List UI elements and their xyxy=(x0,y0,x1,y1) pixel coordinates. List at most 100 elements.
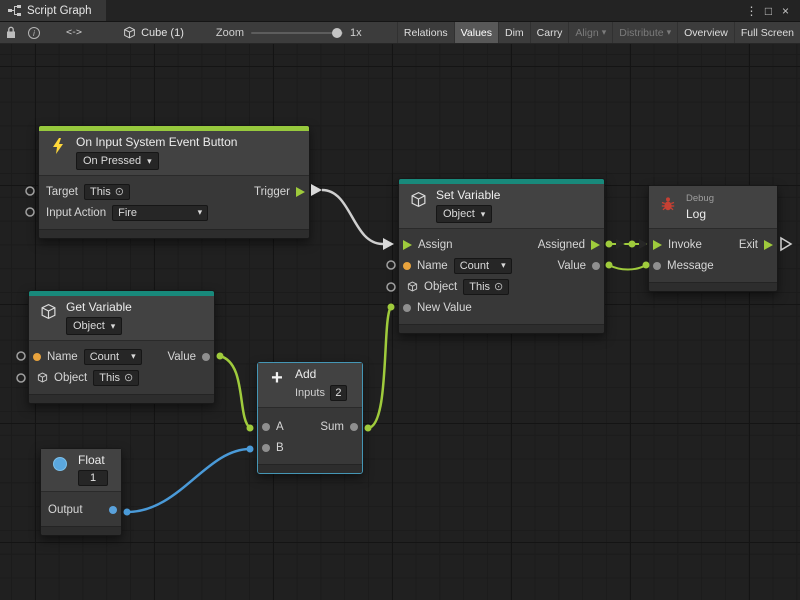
object-chip[interactable]: This ⊙ xyxy=(93,370,139,386)
exit-port[interactable] xyxy=(764,240,773,250)
sum-port[interactable] xyxy=(350,423,358,431)
node-title: Get Variable xyxy=(66,300,132,314)
value-label: Value xyxy=(167,351,196,363)
assigned-port[interactable] xyxy=(591,240,600,250)
trigger-label: Trigger xyxy=(254,186,290,198)
name-port[interactable] xyxy=(403,262,411,270)
script-graph-window: Script Graph ⋮ □ × i <-> Cube (1) xyxy=(0,0,800,600)
setvar-scope-dropdown[interactable]: Object ▾ xyxy=(436,205,492,223)
a-port[interactable] xyxy=(262,423,270,431)
zoom-slider[interactable] xyxy=(251,27,343,39)
values-label: Values xyxy=(461,27,492,39)
object-chip[interactable]: This ⊙ xyxy=(463,279,509,295)
object-cube-icon xyxy=(406,281,418,293)
node-get-variable[interactable]: Get Variable Object ▾ Name Count ▾ Value xyxy=(28,290,215,404)
float-circle-icon xyxy=(49,453,71,475)
object-label: Object xyxy=(54,372,87,384)
values-button[interactable]: Values xyxy=(454,22,498,43)
value-port[interactable] xyxy=(202,353,210,361)
node-footer xyxy=(29,394,214,403)
lock-icon[interactable] xyxy=(0,22,22,43)
object-cube-icon xyxy=(36,372,48,384)
exit-label: Exit xyxy=(739,239,758,251)
input-action-dropdown[interactable]: Fire ▾ xyxy=(112,205,208,221)
distribute-label: Distribute xyxy=(619,27,663,39)
assign-label: Assign xyxy=(418,239,453,251)
object-row: Object This ⊙ xyxy=(399,276,604,297)
overview-button[interactable]: Overview xyxy=(677,22,734,43)
chevron-down-icon: ▾ xyxy=(501,261,506,270)
output-port[interactable] xyxy=(109,506,117,514)
variable-cube-icon xyxy=(37,300,59,322)
target-value: This xyxy=(90,186,111,198)
event-mode-value: On Pressed xyxy=(83,155,141,167)
name-row: Name Count ▾ Value xyxy=(29,346,214,367)
new-value-label: New Value xyxy=(417,302,472,314)
name-row: Name Count ▾ Value xyxy=(399,255,604,276)
fit-window-icon[interactable]: <-> xyxy=(60,22,87,43)
carry-button[interactable]: Carry xyxy=(530,22,569,43)
maximize-icon[interactable]: □ xyxy=(760,4,777,18)
name-dropdown[interactable]: Count ▾ xyxy=(454,258,512,274)
graph-icon xyxy=(8,5,21,16)
relations-label: Relations xyxy=(404,27,448,39)
output-label: Output xyxy=(48,504,83,516)
target-picker-icon[interactable]: ⊙ xyxy=(494,280,503,293)
tab-title: Script Graph xyxy=(27,5,92,17)
node-footer xyxy=(39,229,309,238)
overview-label: Overview xyxy=(684,27,728,39)
node-float[interactable]: Float 1 Output xyxy=(40,448,122,536)
node-title: Log xyxy=(686,207,714,221)
value-port[interactable] xyxy=(592,262,600,270)
sum-label: Sum xyxy=(320,421,344,433)
chevron-down-icon: ▾ xyxy=(667,28,672,37)
a-row: A Sum xyxy=(258,416,362,437)
object-value: This xyxy=(469,281,490,293)
trigger-port[interactable] xyxy=(296,187,305,197)
name-dropdown[interactable]: Count ▾ xyxy=(84,349,142,365)
node-set-variable[interactable]: Set Variable Object ▾ Assign Assigned Na… xyxy=(398,178,605,334)
toolbar-buttons: Relations Values Dim Carry Align ▾ Distri… xyxy=(397,22,800,43)
message-port[interactable] xyxy=(653,262,661,270)
target-picker-icon[interactable]: ⊙ xyxy=(115,185,124,198)
chevron-down-icon: ▾ xyxy=(602,28,607,37)
event-mode-dropdown[interactable]: On Pressed ▾ xyxy=(76,152,159,170)
node-add[interactable]: + Add Inputs 2 A Sum B xyxy=(257,362,363,474)
align-label: Align xyxy=(575,27,598,39)
graph-target[interactable]: Cube (1) xyxy=(117,22,190,43)
new-value-port[interactable] xyxy=(403,304,411,312)
zoom-slider-handle[interactable] xyxy=(332,28,342,38)
node-footer xyxy=(41,526,121,535)
align-button[interactable]: Align ▾ xyxy=(568,22,612,43)
input-action-row: Input Action Fire ▾ xyxy=(39,202,309,223)
target-picker-icon[interactable]: ⊙ xyxy=(124,371,133,384)
a-label: A xyxy=(276,421,284,433)
node-debug-log[interactable]: Debug Log Invoke Exit Message xyxy=(648,185,778,292)
input-action-value: Fire xyxy=(118,207,137,219)
b-row: B xyxy=(258,437,362,458)
assign-port[interactable] xyxy=(403,240,412,250)
setvar-scope-value: Object xyxy=(443,208,475,220)
node-title: On Input System Event Button xyxy=(76,135,237,149)
inputs-count-field[interactable]: 2 xyxy=(330,385,347,401)
relations-button[interactable]: Relations xyxy=(397,22,454,43)
target-object-chip[interactable]: This ⊙ xyxy=(84,184,130,200)
close-icon[interactable]: × xyxy=(777,4,794,18)
float-value-field[interactable]: 1 xyxy=(78,470,108,486)
name-port[interactable] xyxy=(33,353,41,361)
dim-label: Dim xyxy=(505,27,524,39)
invoke-port[interactable] xyxy=(653,240,662,250)
object-row: Object This ⊙ xyxy=(29,367,214,388)
b-port[interactable] xyxy=(262,444,270,452)
info-icon[interactable]: i xyxy=(22,22,46,43)
node-footer xyxy=(399,324,604,333)
node-category: Debug xyxy=(686,193,714,204)
distribute-button[interactable]: Distribute ▾ xyxy=(612,22,677,43)
dim-button[interactable]: Dim xyxy=(498,22,530,43)
node-on-input-system-event-button[interactable]: On Input System Event Button On Pressed … xyxy=(38,125,310,239)
menu-kebab-icon[interactable]: ⋮ xyxy=(743,4,760,18)
name-label: Name xyxy=(47,351,78,363)
getvar-scope-dropdown[interactable]: Object ▾ xyxy=(66,317,122,335)
fullscreen-button[interactable]: Full Screen xyxy=(734,22,800,43)
tab-script-graph[interactable]: Script Graph xyxy=(0,0,106,21)
